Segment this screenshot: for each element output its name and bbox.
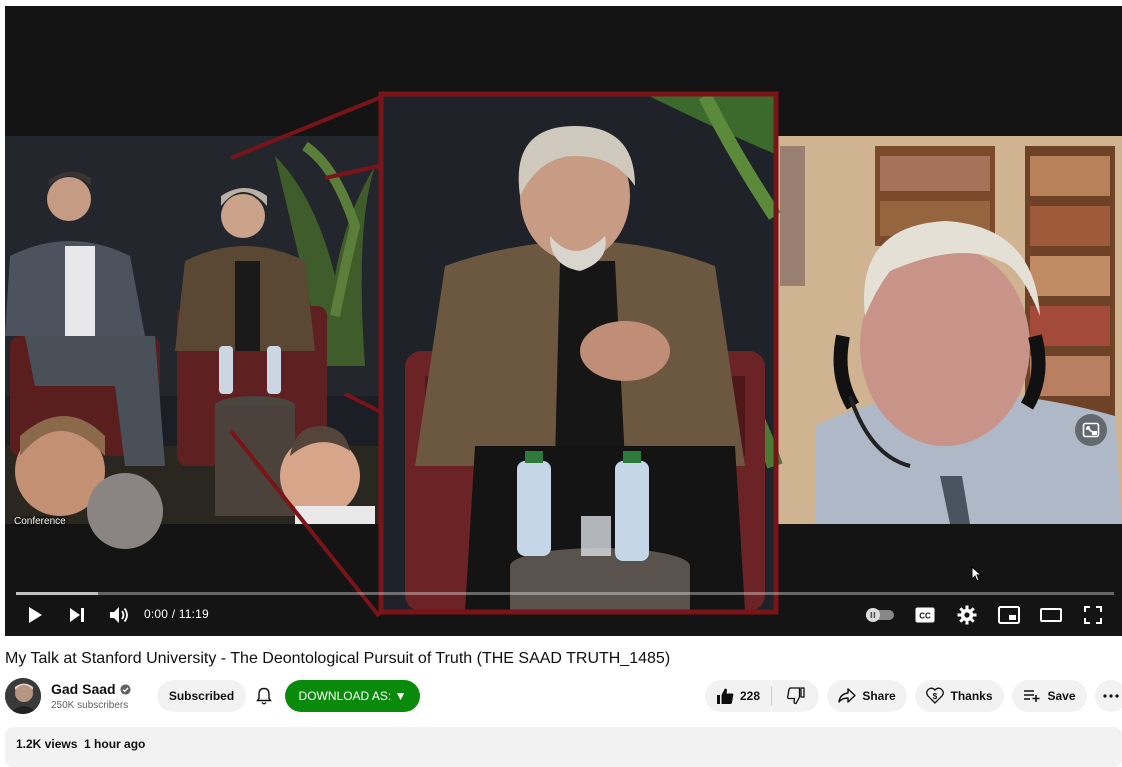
miniplayer-button[interactable] [997, 603, 1021, 627]
dislike-button[interactable] [772, 680, 819, 712]
channel-name[interactable]: Gad Saad [51, 681, 131, 697]
channel-name-label: Gad Saad [51, 681, 116, 697]
svg-text:$: $ [933, 692, 938, 701]
stage-thumbnail [5, 136, 380, 549]
verified-icon [120, 683, 131, 695]
mouse-cursor-icon [971, 566, 983, 582]
autoplay-toggle[interactable] [863, 603, 897, 627]
like-button[interactable]: 228 [705, 680, 771, 712]
download-button[interactable]: DOWNLOAD AS: ▼ [285, 680, 420, 712]
time-display: 0:00 / 11:19 [144, 607, 209, 621]
thumbs-down-icon [786, 687, 805, 705]
more-horizontal-icon [1103, 694, 1119, 698]
more-actions-button[interactable] [1095, 680, 1122, 712]
like-count: 228 [739, 689, 761, 703]
share-button[interactable]: Share [827, 680, 907, 712]
share-icon [838, 688, 857, 703]
theater-icon [1040, 608, 1062, 622]
save-label: Save [1047, 689, 1076, 703]
next-icon [70, 608, 84, 622]
cc-icon: CC [915, 607, 935, 623]
download-label: DOWNLOAD AS: ▼ [298, 689, 407, 703]
svg-text:CC: CC [919, 612, 931, 621]
play-button[interactable] [23, 603, 47, 627]
zoom-highlight [378, 91, 783, 615]
thumbs-up-icon [716, 688, 734, 704]
bell-icon [256, 687, 272, 705]
video-player[interactable]: Conference 0:00 / 11:19 CC [5, 6, 1122, 636]
next-button[interactable] [65, 603, 89, 627]
subscriber-count: 250K subscribers [51, 700, 129, 711]
volume-icon [110, 607, 128, 623]
thanks-label: Thanks [950, 689, 993, 703]
fullscreen-icon [1084, 606, 1102, 624]
avatar[interactable] [5, 678, 41, 714]
fullscreen-button[interactable] [1081, 603, 1105, 627]
save-playlist-icon [1024, 690, 1040, 702]
subscribed-label: Subscribed [168, 689, 235, 703]
pip-icon[interactable] [1077, 416, 1105, 444]
thanks-icon: $ [926, 687, 945, 704]
settings-button[interactable] [955, 603, 979, 627]
volume-button[interactable] [107, 603, 131, 627]
progress-bar[interactable] [16, 592, 1114, 595]
conference-label: Conference [12, 516, 68, 527]
buffer-fill [16, 592, 99, 595]
captions-button[interactable]: CC [913, 603, 937, 627]
notification-bell-button[interactable] [252, 684, 276, 708]
miniplayer-icon [998, 606, 1020, 624]
share-label: Share [862, 689, 896, 703]
webcam-frame [775, 136, 1122, 524]
theater-button[interactable] [1039, 603, 1063, 627]
subscribed-button[interactable]: Subscribed [157, 680, 246, 712]
video-frame [5, 6, 1122, 636]
thanks-button[interactable]: $ Thanks [915, 680, 1004, 712]
description-box[interactable]: 1.2K views 1 hour ago [5, 727, 1122, 767]
play-icon [29, 607, 42, 623]
gear-icon [957, 605, 977, 625]
video-title: My Talk at Stanford University - The Deo… [5, 650, 671, 667]
save-button[interactable]: Save [1012, 680, 1087, 712]
autoplay-toggle-icon [866, 608, 894, 622]
